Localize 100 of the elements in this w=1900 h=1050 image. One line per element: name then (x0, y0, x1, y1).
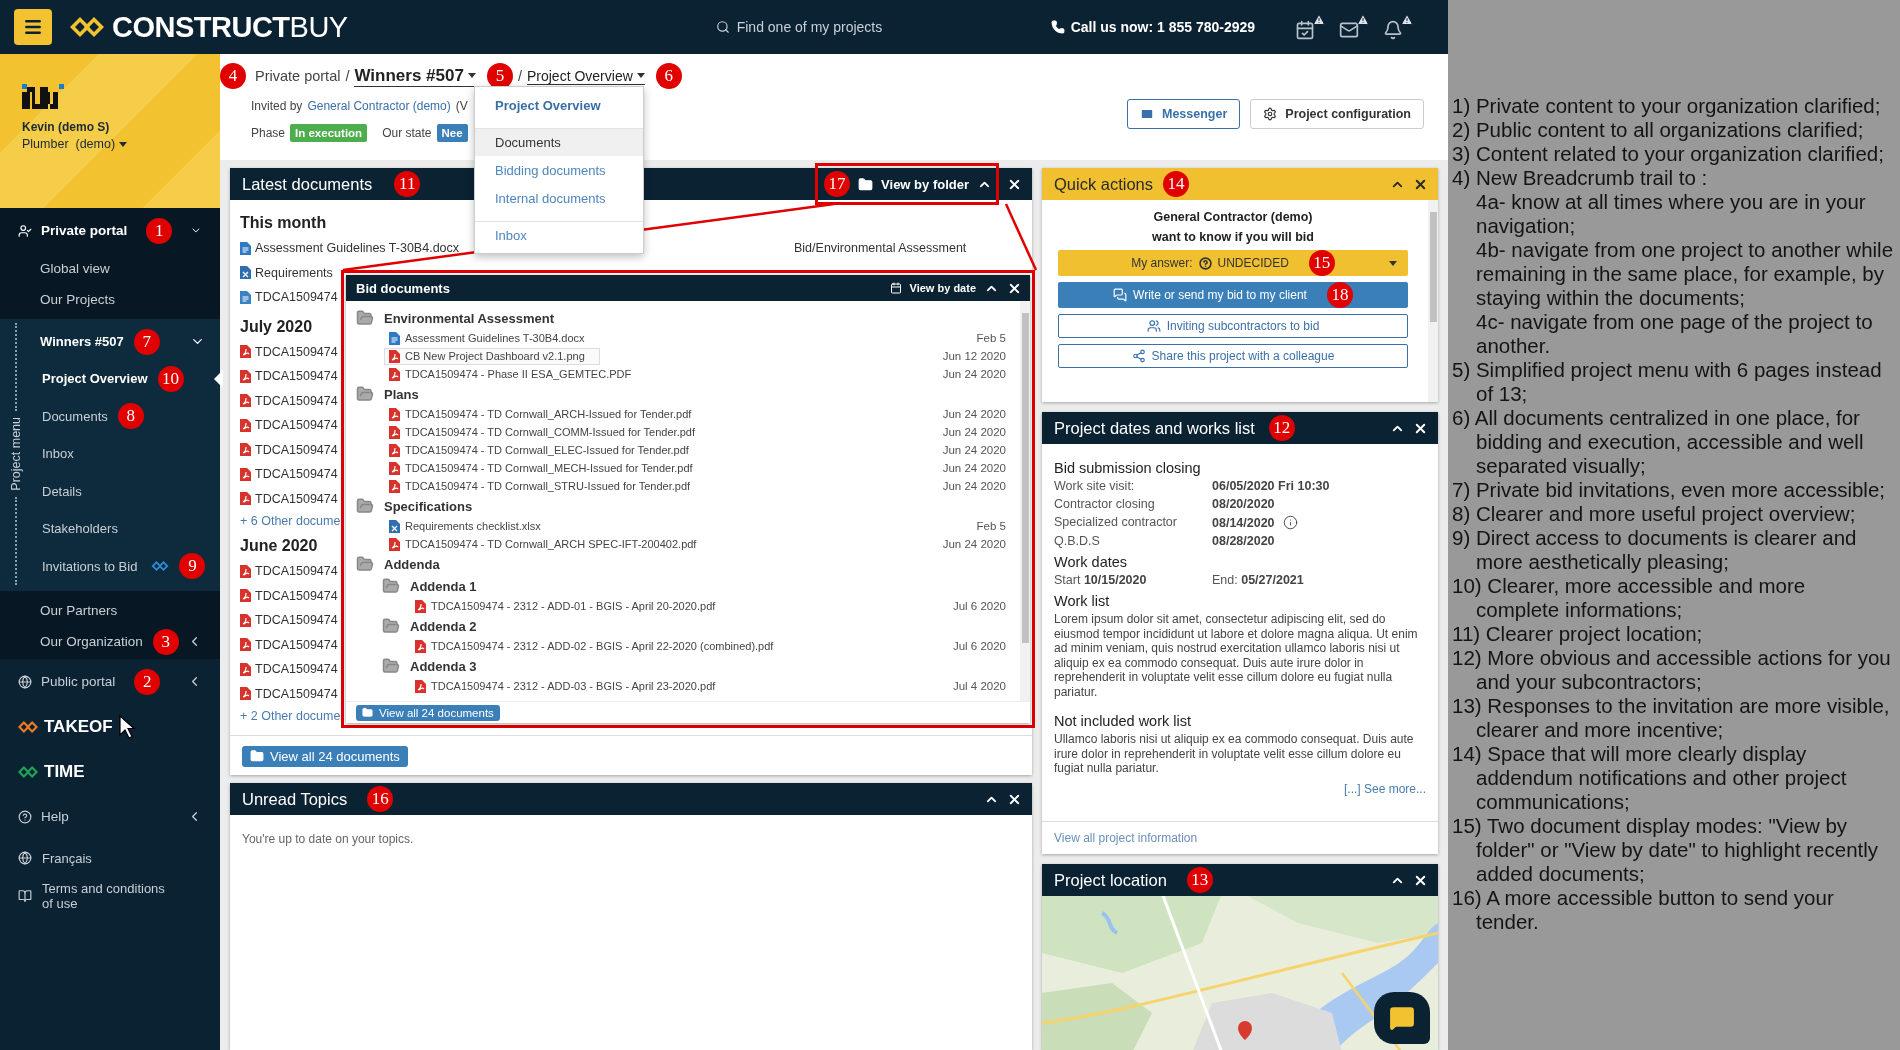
breadcrumb-item[interactable]: Private portal (255, 68, 341, 84)
nav-link[interactable]: Français (0, 839, 220, 877)
brand-link[interactable]: TIME (0, 749, 220, 794)
answer-dropdown[interactable]: My answer: UNDECIDED 15 (1058, 250, 1408, 276)
nav-section[interactable]: Help (0, 794, 220, 839)
project-menu-header[interactable]: Winners #507 7 (32, 323, 224, 360)
file-link[interactable]: TDCA1509474 - TD Cornwall_COMM-Issued for Tender.pdf (384, 423, 710, 441)
menu-item[interactable]: Internal documents (475, 184, 643, 212)
nav-link[interactable]: Our Organization 3 (0, 626, 220, 657)
file-link[interactable]: Requirements checklist.xlsx (384, 517, 556, 535)
note-text: 10) Clearer, more accessible and more complete informations; (1452, 574, 1807, 622)
nav-link[interactable]: Our Projects (0, 284, 220, 315)
document-icon (240, 467, 251, 481)
document-link[interactable]: TDCA1509474 (240, 393, 338, 408)
view-all-button[interactable]: View all 24 documents (356, 704, 500, 721)
nav-link[interactable]: Our Partners (0, 595, 220, 626)
document-link[interactable]: TDCA1509474 (240, 637, 338, 652)
document-link[interactable]: Assessment Guidelines T-30B4.docx (240, 241, 460, 256)
start-date: Start 10/15/2020 (1054, 573, 1148, 587)
menu-item[interactable]: Documents (475, 128, 643, 156)
document-icon (415, 599, 426, 613)
project-menu-item[interactable]: Details (32, 472, 224, 510)
file-link[interactable]: TDCA1509474 - 2312 - ADD-03 - BGIS - April 23-2020.pdf (410, 677, 731, 695)
document-link[interactable]: TDCA1509474 (240, 613, 338, 628)
document-icon (240, 564, 251, 578)
configuration-button[interactable]: Project configuration (1250, 98, 1424, 129)
project-menu-item[interactable]: Invitations to Bid 9 (32, 547, 224, 585)
document-link[interactable]: TDCA1509474 (240, 686, 338, 701)
note-text: 4c- navigate from one page of the project to another. (1475, 310, 1874, 358)
nav-section[interactable]: Private portal 1 (0, 208, 220, 253)
view-all-button[interactable]: View all 24 documents (242, 745, 408, 767)
file-link[interactable]: Assessment Guidelines T-30B4.docx (384, 329, 600, 347)
date-value: 08/14/2020 (1212, 515, 1275, 530)
document-link[interactable]: TDCA1509474 (240, 442, 338, 457)
menu-button[interactable] (14, 9, 52, 45)
more-link[interactable]: + 6 Other docume (240, 514, 341, 528)
document-link[interactable]: TDCA1509474 (240, 588, 338, 603)
nav-link[interactable]: Global view (0, 253, 220, 284)
number-badge: 9 (179, 553, 206, 580)
project-menu-item[interactable]: Stakeholders (32, 510, 224, 548)
document-icon (240, 443, 251, 457)
action-button[interactable]: Share this project with a colleague (1058, 344, 1408, 368)
document-link[interactable]: TDCA1509474 (240, 418, 338, 433)
bell-alert-icon[interactable] (1383, 14, 1414, 40)
document-link[interactable]: TDCA1509474 (240, 564, 338, 579)
note-text: 6) All documents centralized in one place, for bidding and execution, accessible and well separated visually; (1452, 406, 1865, 478)
folder-icon (356, 309, 374, 327)
document-link[interactable]: TDCA1509474 (240, 290, 338, 305)
number-badge: 13 (1186, 867, 1213, 893)
breadcrumb-dropdown[interactable]: Winners #507 (354, 65, 476, 87)
end-date: End: 05/27/2021 (1212, 573, 1305, 587)
file-link[interactable]: TDCA1509474 - 2312 - ADD-02 - BGIS - April 22-2020 (combined).pdf (410, 637, 789, 655)
file-link[interactable]: TDCA1509474 - TD Cornwall_STRU-Issued for Tender.pdf (384, 477, 706, 495)
action-button[interactable]: Write or send my bid to my client 18 (1058, 282, 1408, 308)
chat-button[interactable] (1374, 992, 1430, 1044)
menu-item[interactable]: Inbox (475, 221, 643, 249)
menu-icon (23, 17, 43, 37)
view-toggle[interactable]: View by folder (881, 176, 969, 192)
document-link[interactable]: TDCA1509474 (240, 467, 338, 482)
status-label: Our state (382, 126, 432, 140)
user-role[interactable]: Plumber (demo) (22, 137, 220, 151)
logo-icon (70, 17, 104, 37)
help-icon (18, 809, 32, 824)
nav-section[interactable]: Public portal 2 (0, 659, 220, 704)
folder-icon (382, 617, 400, 635)
mail-alert-icon[interactable] (1339, 14, 1370, 40)
search-field[interactable]: Find one of my projects (734, 18, 955, 36)
menu-item[interactable]: Bidding documents (475, 156, 643, 184)
file-link[interactable]: TDCA1509474 - Phase II ESA_GEMTEC.PDF (384, 365, 647, 383)
project-menu-item[interactable]: Documents 8 (32, 397, 224, 435)
file-link[interactable]: TDCA1509474 - TD Cornwall_MECH-Issued for Tender.pdf (384, 459, 708, 477)
see-more-link[interactable]: [...] See more... (1054, 781, 1426, 796)
globe-icon (18, 851, 32, 865)
document-link[interactable]: TDCA1509474 (240, 491, 338, 506)
calendar-alert-icon[interactable] (1295, 14, 1326, 40)
file-link[interactable]: TDCA1509474 - TD Cornwall_ELEC-Issued for Tender.pdf (384, 441, 704, 459)
action-button[interactable]: Inviting subcontractors to bid (1058, 314, 1408, 338)
messenger-button[interactable]: Messenger (1127, 98, 1241, 129)
document-link[interactable]: Requirements (240, 265, 333, 280)
project-info-link[interactable]: View all project information (1054, 831, 1198, 845)
file-link[interactable]: CB New Project Dashboard v2.1.png (384, 347, 600, 365)
contractor-link[interactable]: General Contractor (demo) (307, 99, 451, 113)
menu-item[interactable]: Project Overview (475, 91, 643, 119)
folder-name: Addenda 3 (410, 658, 477, 674)
file-link[interactable]: TDCA1509474 - TD Cornwall_ARCH-Issued for Tender.pdf (384, 405, 707, 423)
document-link[interactable]: TDCA1509474 (240, 369, 338, 384)
document-icon (240, 662, 251, 676)
project-menu-item[interactable]: Inbox (32, 435, 224, 473)
nav-link[interactable]: Terms and conditions of use (0, 877, 220, 915)
more-link[interactable]: + 2 Other docume (240, 709, 341, 723)
file-link[interactable]: TDCA1509474 - TD Cornwall_ARCH SPEC-IFT-200402.pdf (384, 535, 712, 553)
document-icon (389, 519, 400, 533)
breadcrumb-dropdown[interactable]: Project Overview (526, 67, 645, 85)
document-icon (240, 638, 251, 652)
document-link[interactable]: TDCA1509474 (240, 344, 338, 359)
view-toggle[interactable]: View by date (909, 282, 976, 294)
brand-link[interactable]: TAKEOF (0, 704, 220, 749)
number-badge: 1 (146, 217, 173, 244)
file-link[interactable]: TDCA1509474 - 2312 - ADD-01 - BGIS - April 20-2020.pdf (410, 597, 731, 615)
document-link[interactable]: TDCA1509474 (240, 662, 338, 677)
